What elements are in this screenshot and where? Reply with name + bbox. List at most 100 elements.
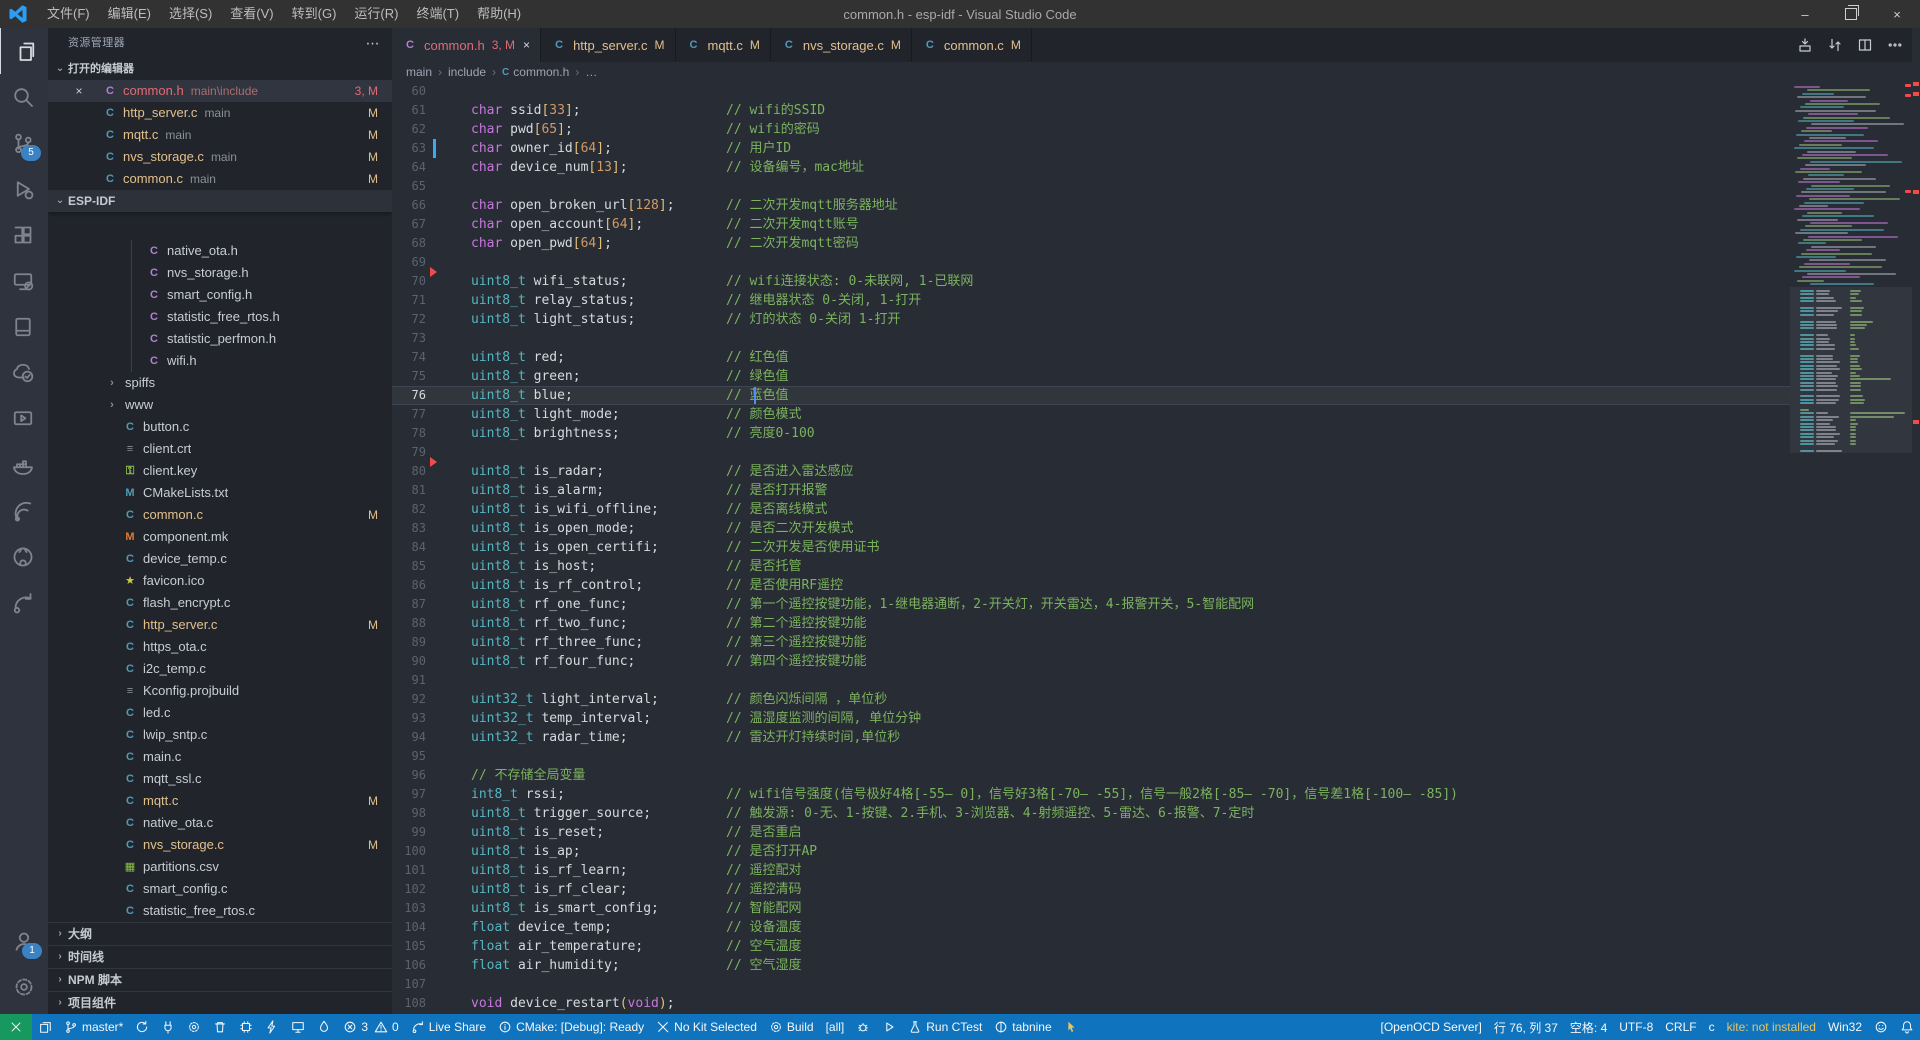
- statusbar-cursor-position[interactable]: 行 76, 列 37: [1488, 1014, 1564, 1040]
- activity-item-github[interactable]: [0, 534, 47, 580]
- code-line-102[interactable]: 102uint8_t is_rf_clear;// 遥控清码: [392, 880, 1790, 899]
- tree-item[interactable]: ⚿client.key: [48, 460, 392, 482]
- activity-item-run-and-debug[interactable]: [0, 166, 47, 212]
- tree-item[interactable]: Clwip_sntp.c: [48, 724, 392, 746]
- tab-mqtt.c[interactable]: Cmqtt.cM: [676, 28, 771, 62]
- section-大纲[interactable]: ›大纲: [48, 922, 392, 945]
- close-icon[interactable]: ×: [70, 80, 88, 102]
- breadcrumb-part[interactable]: main: [406, 65, 432, 79]
- tree-item[interactable]: Chttps_ota.c: [48, 636, 392, 658]
- minimap-slider[interactable]: [1790, 287, 1912, 454]
- code-line-80[interactable]: 80uint8_t is_radar;// 是否进入雷达感应: [392, 462, 1790, 481]
- tree-item[interactable]: Ci2c_temp.c: [48, 658, 392, 680]
- code-line-79[interactable]: 79: [392, 443, 1790, 462]
- tree-item[interactable]: Cnative_ota.c: [48, 812, 392, 834]
- statusbar-encoding[interactable]: UTF-8: [1613, 1014, 1659, 1040]
- tree-item[interactable]: Cmqtt_ssl.c: [48, 768, 392, 790]
- code-line-93[interactable]: 93uint32_t temp_interval;// 温湿度监测的间隔, 单位…: [392, 709, 1790, 728]
- code-line-97[interactable]: 97int8_t rssi;// wifi信号强度(信号极好4格[-55— 0]…: [392, 785, 1790, 804]
- install-run-button[interactable]: [1797, 37, 1813, 54]
- tree-item[interactable]: ★favicon.ico: [48, 570, 392, 592]
- code-line-85[interactable]: 85uint8_t is_host;// 是否托管: [392, 557, 1790, 576]
- statusbar-sync[interactable]: [129, 1014, 155, 1040]
- section-NPM 脚本[interactable]: ›NPM 脚本: [48, 968, 392, 991]
- breadcrumb-part[interactable]: Ccommon.h: [502, 65, 569, 79]
- statusbar-openocd-server[interactable]: [OpenOCD Server]: [1374, 1014, 1487, 1040]
- tree-item[interactable]: Cled.c: [48, 702, 392, 724]
- code-line-95[interactable]: 95: [392, 747, 1790, 766]
- statusbar-esp-idf-flame[interactable]: [311, 1014, 337, 1040]
- code-line-72[interactable]: 72uint8_t light_status;// 灯的状态 0-关闭 1-打开: [392, 310, 1790, 329]
- code-line-106[interactable]: 106float air_humidity;// 空气湿度: [392, 956, 1790, 975]
- more-actions-button[interactable]: [1887, 37, 1903, 54]
- code-line-107[interactable]: 107: [392, 975, 1790, 994]
- activity-item-docker[interactable]: [0, 442, 47, 488]
- code-line-62[interactable]: 62char pwd[65];// wifi的密码: [392, 120, 1790, 139]
- close-button[interactable]: ×: [1874, 0, 1920, 28]
- tree-item[interactable]: Cbutton.c: [48, 416, 392, 438]
- statusbar-kite-status[interactable]: kite: not installed: [1721, 1014, 1822, 1040]
- statusbar-language-mode[interactable]: c: [1703, 1014, 1721, 1040]
- tree-item[interactable]: ≡client.crt: [48, 438, 392, 460]
- code-line-83[interactable]: 83uint8_t is_open_mode;// 是否二次开发模式: [392, 519, 1790, 538]
- tree-item[interactable]: Csmart_config.c: [48, 878, 392, 900]
- statusbar-indentation[interactable]: 空格: 4: [1564, 1014, 1613, 1040]
- code-line-94[interactable]: 94uint32_t radar_time;// 雷达开灯持续时间,单位秒: [392, 728, 1790, 747]
- breadcrumb[interactable]: main›include›Ccommon.h›…: [392, 62, 1920, 82]
- tree-item[interactable]: Cflash_encrypt.c: [48, 592, 392, 614]
- statusbar-tabnine[interactable]: tabnine: [988, 1014, 1057, 1040]
- open-editor-item[interactable]: ×Ccommon.hmain\include3, M: [48, 80, 392, 102]
- code-line-82[interactable]: 82uint8_t is_wifi_offline;// 是否离线模式: [392, 500, 1790, 519]
- activity-item-live-share[interactable]: [0, 580, 47, 626]
- code-line-77[interactable]: 77uint8_t light_mode;// 颜色模式: [392, 405, 1790, 424]
- code-line-70[interactable]: 70uint8_t wifi_status;// wifi连接状态: 0-未联网…: [392, 272, 1790, 291]
- code-line-78[interactable]: 78uint8_t brightness;// 亮度0-100: [392, 424, 1790, 443]
- tree-item[interactable]: Chttp_server.cM: [48, 614, 392, 636]
- close-icon[interactable]: ×: [523, 38, 530, 52]
- compare-changes-button[interactable]: [1827, 37, 1843, 54]
- section-项目组件[interactable]: ›项目组件: [48, 991, 392, 1014]
- statusbar-feedback[interactable]: [1868, 1014, 1894, 1040]
- statusbar-problems[interactable]: 30: [337, 1014, 404, 1040]
- tree-item[interactable]: Mcomponent.mk: [48, 526, 392, 548]
- menu-0[interactable]: 文件(F): [38, 0, 99, 28]
- minimize-button[interactable]: –: [1782, 0, 1828, 28]
- activity-item-source-control[interactable]: 5: [0, 120, 47, 166]
- code-line-65[interactable]: 65: [392, 177, 1790, 196]
- open-editor-item[interactable]: Chttp_server.cmainM: [48, 102, 392, 124]
- code-line-98[interactable]: 98uint8_t trigger_source;// 触发源: 0-无、1-按…: [392, 804, 1790, 823]
- code-editor[interactable]: 6061char ssid[33];// wifi的SSID62char pwd…: [392, 82, 1920, 1014]
- tree-item[interactable]: Cwifi.h: [48, 350, 392, 372]
- breadcrumb-part[interactable]: …: [585, 65, 597, 79]
- activity-item-settings[interactable]: [0, 964, 48, 1010]
- tree-item[interactable]: ▦partitions.csv: [48, 856, 392, 878]
- code-line-71[interactable]: 71uint8_t relay_status;// 继电器状态 0-关闭, 1-…: [392, 291, 1790, 310]
- code-line-103[interactable]: 103uint8_t is_smart_config;// 智能配网: [392, 899, 1790, 918]
- code-line-66[interactable]: 66char open_broken_url[128];// 二次开发mqtt服…: [392, 196, 1790, 215]
- code-line-64[interactable]: 64char device_num[13];// 设备编号，mac地址: [392, 158, 1790, 177]
- menu-6[interactable]: 终端(T): [407, 0, 468, 28]
- menu-7[interactable]: 帮助(H): [468, 0, 530, 28]
- tab-http_server.c[interactable]: Chttp_server.cM: [541, 28, 675, 62]
- code-line-84[interactable]: 84uint8_t is_open_certifi;// 二次开发是否使用证书: [392, 538, 1790, 557]
- open-editor-item[interactable]: Cnvs_storage.cmainM: [48, 146, 392, 168]
- activity-item-references[interactable]: [0, 304, 47, 350]
- code-line-63[interactable]: 63char owner_id[64];// 用户ID: [392, 139, 1790, 158]
- code-line-105[interactable]: 105float air_temperature;// 空气温度: [392, 937, 1790, 956]
- statusbar-esp-copy[interactable]: [32, 1014, 58, 1040]
- tab-common.h[interactable]: Ccommon.h3, M×: [392, 28, 541, 62]
- statusbar-git-branch[interactable]: master*: [58, 1014, 129, 1040]
- tree-item[interactable]: ›www: [48, 394, 392, 416]
- tree-item[interactable]: Cnative_ota.h: [48, 240, 392, 262]
- open-editor-item[interactable]: Cmqtt.cmainM: [48, 124, 392, 146]
- activity-item-remote-explorer[interactable]: [0, 258, 47, 304]
- restore-button[interactable]: [1828, 0, 1874, 28]
- statusbar-debug-select[interactable]: [850, 1014, 876, 1040]
- activity-item-extensions[interactable]: [0, 212, 47, 258]
- statusbar-esp-settings[interactable]: [181, 1014, 207, 1040]
- statusbar-serial-monitor[interactable]: [285, 1014, 311, 1040]
- menu-2[interactable]: 选择(S): [160, 0, 221, 28]
- code-line-74[interactable]: 74uint8_t red;// 红色值: [392, 348, 1790, 367]
- statusbar-erase-flash[interactable]: [207, 1014, 233, 1040]
- more-actions-icon[interactable]: ⋯: [366, 28, 380, 58]
